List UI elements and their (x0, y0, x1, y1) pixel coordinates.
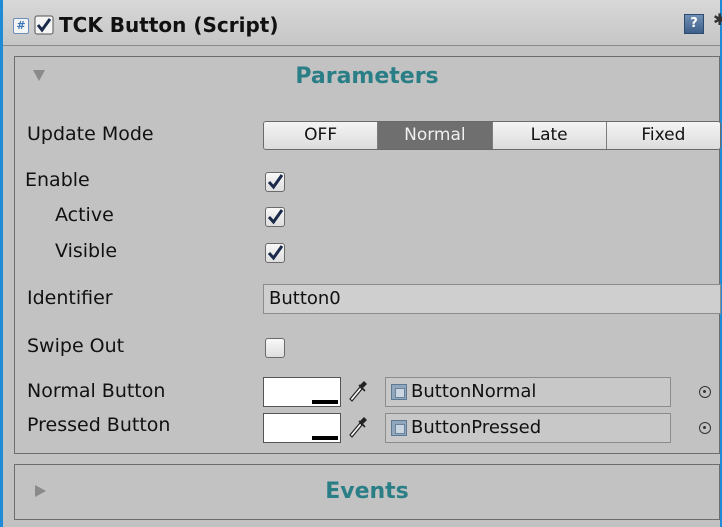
normal-button-sprite-field[interactable]: ButtonNormal (385, 377, 671, 407)
update-mode-fixed-button[interactable]: Fixed (606, 122, 720, 149)
normal-button-color-field[interactable] (263, 377, 341, 407)
pressed-button-label: Pressed Button (27, 414, 171, 436)
normal-button-label: Normal Button (27, 380, 166, 402)
pressed-button-sprite-field[interactable]: ButtonPressed (385, 413, 671, 443)
component-header: # TCK Button (Script) ? ✱ (3, 0, 722, 46)
identifier-field[interactable]: Button0 (263, 284, 721, 314)
checkmark-icon (34, 15, 54, 35)
component-title: TCK Button (Script) (59, 13, 279, 37)
update-mode-normal-button[interactable]: Normal (378, 122, 493, 149)
normal-button-sprite-name: ButtonNormal (411, 381, 537, 402)
swipe-out-label: Swipe Out (27, 335, 125, 357)
update-mode-toolbar: OFF Normal Late Fixed (263, 121, 721, 150)
checkmark-icon (267, 245, 284, 261)
pressed-button-color-field[interactable] (263, 413, 341, 443)
update-mode-late-button[interactable]: Late (492, 122, 607, 149)
active-label: Active (55, 204, 114, 226)
visible-label: Visible (55, 240, 118, 262)
update-mode-off-button[interactable]: OFF (264, 122, 379, 149)
component-enabled-checkbox[interactable] (34, 15, 54, 35)
enable-label: Enable (25, 169, 90, 191)
gear-icon[interactable]: ✱ (713, 10, 722, 36)
identifier-label: Identifier (27, 287, 113, 309)
texture-icon (391, 420, 407, 436)
eyedropper-icon[interactable] (347, 379, 369, 403)
checkmark-icon (267, 209, 284, 225)
section-title-events[interactable]: Events (15, 479, 719, 504)
update-mode-label: Update Mode (27, 123, 154, 145)
object-picker-icon[interactable] (699, 422, 711, 434)
section-title-parameters[interactable]: Parameters (15, 64, 719, 89)
pressed-button-sprite-name: ButtonPressed (411, 417, 542, 438)
script-icon: # (13, 18, 29, 34)
object-picker-icon[interactable] (699, 386, 711, 398)
eyedropper-icon[interactable] (347, 415, 369, 439)
events-section: Events (14, 464, 720, 520)
alpha-bar (312, 400, 338, 404)
alpha-bar (312, 436, 338, 440)
swipe-out-checkbox[interactable] (265, 338, 285, 358)
checkmark-icon (267, 174, 284, 190)
active-checkbox[interactable] (265, 207, 285, 227)
enable-checkbox[interactable] (265, 172, 285, 192)
texture-icon (391, 384, 407, 400)
help-icon[interactable]: ? (684, 14, 704, 34)
visible-checkbox[interactable] (265, 243, 285, 263)
parameters-section: Parameters Update Mode OFF Normal Late F… (14, 56, 721, 454)
